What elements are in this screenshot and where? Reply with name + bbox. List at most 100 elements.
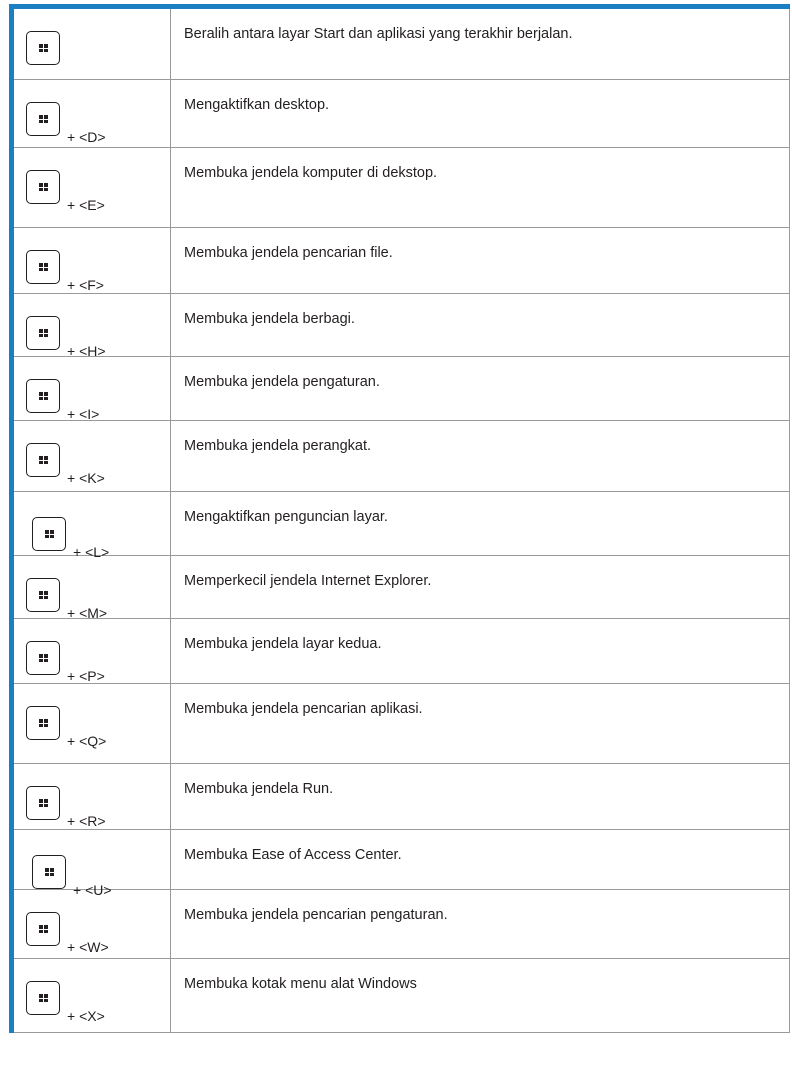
table-row: + <F> Membuka jendela pencarian file. <box>11 227 790 294</box>
windows-logo-icon <box>38 994 48 1002</box>
shortcut-key-cell: + <U> <box>11 829 171 898</box>
key-combination: + <I> <box>26 379 99 422</box>
shortcut-key-cell <box>11 6 171 80</box>
windows-logo-icon <box>38 263 48 271</box>
windows-key-icon <box>26 316 60 350</box>
shortcut-description: Membuka jendela perangkat. <box>170 420 790 492</box>
shortcut-description: Membuka jendela layar kedua. <box>170 618 790 684</box>
windows-logo-icon <box>38 654 48 662</box>
shortcut-description: Membuka jendela Run. <box>170 763 790 830</box>
shortcut-table-body: Beralih antara layar Start dan aplikasi … <box>11 6 790 1033</box>
windows-logo-icon <box>38 799 48 807</box>
table-row: Beralih antara layar Start dan aplikasi … <box>11 6 790 80</box>
key-combination: + <W> <box>26 912 109 955</box>
shortcut-key-cell: + <E> <box>11 147 171 228</box>
windows-logo-icon <box>38 925 48 933</box>
windows-logo-icon <box>38 329 48 337</box>
key-combination: + <R> <box>26 786 106 829</box>
windows-logo-icon <box>38 719 48 727</box>
windows-logo-icon <box>38 183 48 191</box>
shortcut-key-cell: + <H> <box>11 293 171 359</box>
key-combo-label: + <E> <box>67 197 105 213</box>
key-combo-label: + <X> <box>67 1008 105 1024</box>
table-row: + <E> Membuka jendela komputer di dekstop… <box>11 147 790 228</box>
table-row: + <I> Membuka jendela pengaturan. <box>11 356 790 422</box>
table-row: + <M> Memperkecil jendela Internet Explor… <box>11 555 790 621</box>
shortcut-description: Membuka kotak menu alat Windows <box>170 958 790 1033</box>
key-combination: + <L> <box>32 517 109 560</box>
shortcut-description: Membuka jendela komputer di dekstop. <box>170 147 790 228</box>
shortcut-description: Membuka jendela pencarian aplikasi. <box>170 683 790 764</box>
key-combination: + <P> <box>26 641 105 684</box>
key-combo-label: + <F> <box>67 277 104 293</box>
windows-key-icon <box>26 250 60 284</box>
windows-key-icon <box>32 517 66 551</box>
table-row: + <W> Membuka jendela pencarian pengatura… <box>11 889 790 959</box>
windows-key-icon <box>26 786 60 820</box>
key-combo-label: + <W> <box>67 939 109 955</box>
table-row: + <D> Mengaktifkan desktop. <box>11 79 790 148</box>
windows-key-icon <box>26 578 60 612</box>
key-combination: + <K> <box>26 443 105 486</box>
key-combination: + <X> <box>26 981 105 1024</box>
windows-logo-icon <box>44 868 54 876</box>
shortcut-key-cell: + <X> <box>11 958 171 1033</box>
table-row: + <X> Membuka kotak menu alat Windows <box>11 958 790 1033</box>
windows-key-icon <box>26 912 60 946</box>
shortcut-key-cell: + <I> <box>11 356 171 422</box>
key-combination: + <F> <box>26 250 104 293</box>
shortcut-key-cell: + <F> <box>11 227 171 294</box>
table-row: + <L> Mengaktifkan penguncian layar. <box>11 491 790 560</box>
table-row: + <K> Membuka jendela perangkat. <box>11 420 790 492</box>
shortcut-key-cell: + <R> <box>11 763 171 830</box>
shortcut-description: Membuka jendela pencarian file. <box>170 227 790 294</box>
shortcut-description: Membuka jendela berbagi. <box>170 293 790 357</box>
shortcut-description: Mengaktifkan penguncian layar. <box>170 491 790 556</box>
windows-key-icon <box>26 981 60 1015</box>
shortcut-key-cell: + <M> <box>11 555 171 621</box>
key-combo-label: + <D> <box>67 129 106 145</box>
shortcut-description: Beralih antara layar Start dan aplikasi … <box>170 6 790 80</box>
windows-key-icon <box>26 641 60 675</box>
windows-logo-icon <box>38 591 48 599</box>
windows-logo-icon <box>44 530 54 538</box>
key-combination: + <H> <box>26 316 106 359</box>
shortcut-description: Membuka jendela pengaturan. <box>170 356 790 421</box>
shortcut-description: Membuka Ease of Access Center. <box>170 829 790 890</box>
key-combination: + <U> <box>32 855 112 898</box>
windows-logo-icon <box>38 392 48 400</box>
key-combo-label: + <R> <box>67 813 106 829</box>
shortcut-description: Memperkecil jendela Internet Explorer. <box>170 555 790 619</box>
windows-key-icon <box>26 31 60 65</box>
windows-key-icon <box>26 170 60 204</box>
windows-key-icon <box>26 102 60 136</box>
key-combination <box>26 31 67 65</box>
windows-logo-icon <box>38 44 48 52</box>
table-row: + <R> Membuka jendela Run. <box>11 763 790 830</box>
windows-key-icon <box>32 855 66 889</box>
windows-key-icon <box>26 443 60 477</box>
key-combo-label: + <Q> <box>67 733 107 749</box>
table-row: + <U> Membuka Ease of Access Center. <box>11 829 790 898</box>
shortcut-key-cell: + <D> <box>11 79 171 148</box>
key-combo-label: + <P> <box>67 668 105 684</box>
table-row: + <H> Membuka jendela berbagi. <box>11 293 790 359</box>
windows-key-icon <box>26 379 60 413</box>
table-row: + <Q> Membuka jendela pencarian aplikasi. <box>11 683 790 764</box>
table-row: + <P> Membuka jendela layar kedua. <box>11 618 790 684</box>
shortcut-key-cell: + <K> <box>11 420 171 492</box>
shortcut-key-cell: + <L> <box>11 491 171 560</box>
key-combination: + <M> <box>26 578 107 621</box>
shortcut-key-cell: + <Q> <box>11 683 171 764</box>
shortcut-description: Mengaktifkan desktop. <box>170 79 790 148</box>
key-combo-label: + <K> <box>67 470 105 486</box>
shortcut-key-cell: + <W> <box>11 889 171 959</box>
shortcut-table: Beralih antara layar Start dan aplikasi … <box>9 4 790 1033</box>
key-combination: + <E> <box>26 170 105 213</box>
windows-logo-icon <box>38 115 48 123</box>
shortcut-description: Membuka jendela pencarian pengaturan. <box>170 889 790 959</box>
key-combination: + <Q> <box>26 706 106 749</box>
windows-key-icon <box>26 706 60 740</box>
shortcut-key-cell: + <P> <box>11 618 171 684</box>
windows-logo-icon <box>38 456 48 464</box>
